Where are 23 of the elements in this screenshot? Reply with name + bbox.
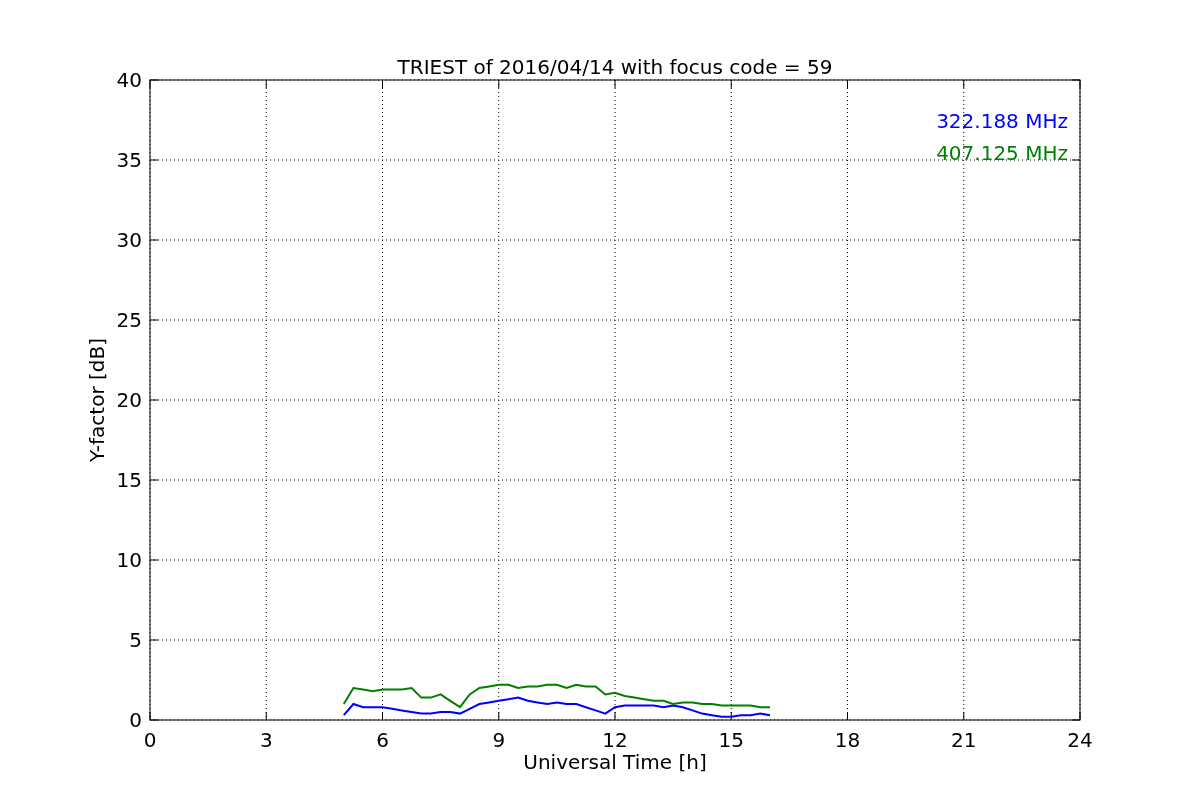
chart-title: TRIEST of 2016/04/14 with focus code = 59: [397, 55, 833, 79]
y-tick-label: 5: [129, 628, 142, 652]
x-tick-label: 21: [951, 728, 977, 752]
legend-label: 322.188 MHz: [936, 109, 1068, 133]
x-tick-label: 15: [718, 728, 744, 752]
x-tick-label: 9: [492, 728, 506, 752]
y-axis-label: Y-factor [dB]: [85, 338, 109, 462]
y-tick-label: 20: [116, 388, 142, 412]
x-tick-label: 12: [602, 728, 628, 752]
x-tick-label: 18: [834, 728, 861, 752]
legend-label: 407.125 MHz: [936, 141, 1068, 165]
x-tick-label: 6: [376, 728, 389, 752]
y-tick-label: 10: [116, 548, 142, 572]
y-tick-label: 15: [116, 468, 142, 492]
x-axis-label: Universal Time [h]: [523, 750, 707, 774]
y-tick-label: 0: [129, 708, 142, 732]
x-tick-label: 0: [143, 728, 157, 752]
y-tick-label: 35: [116, 148, 142, 172]
x-tick-label: 24: [1067, 728, 1093, 752]
y-tick-label: 30: [116, 228, 142, 252]
x-tick-label: 3: [259, 728, 273, 752]
y-tick-label: 25: [116, 308, 142, 332]
y-tick-label: 40: [116, 68, 142, 92]
